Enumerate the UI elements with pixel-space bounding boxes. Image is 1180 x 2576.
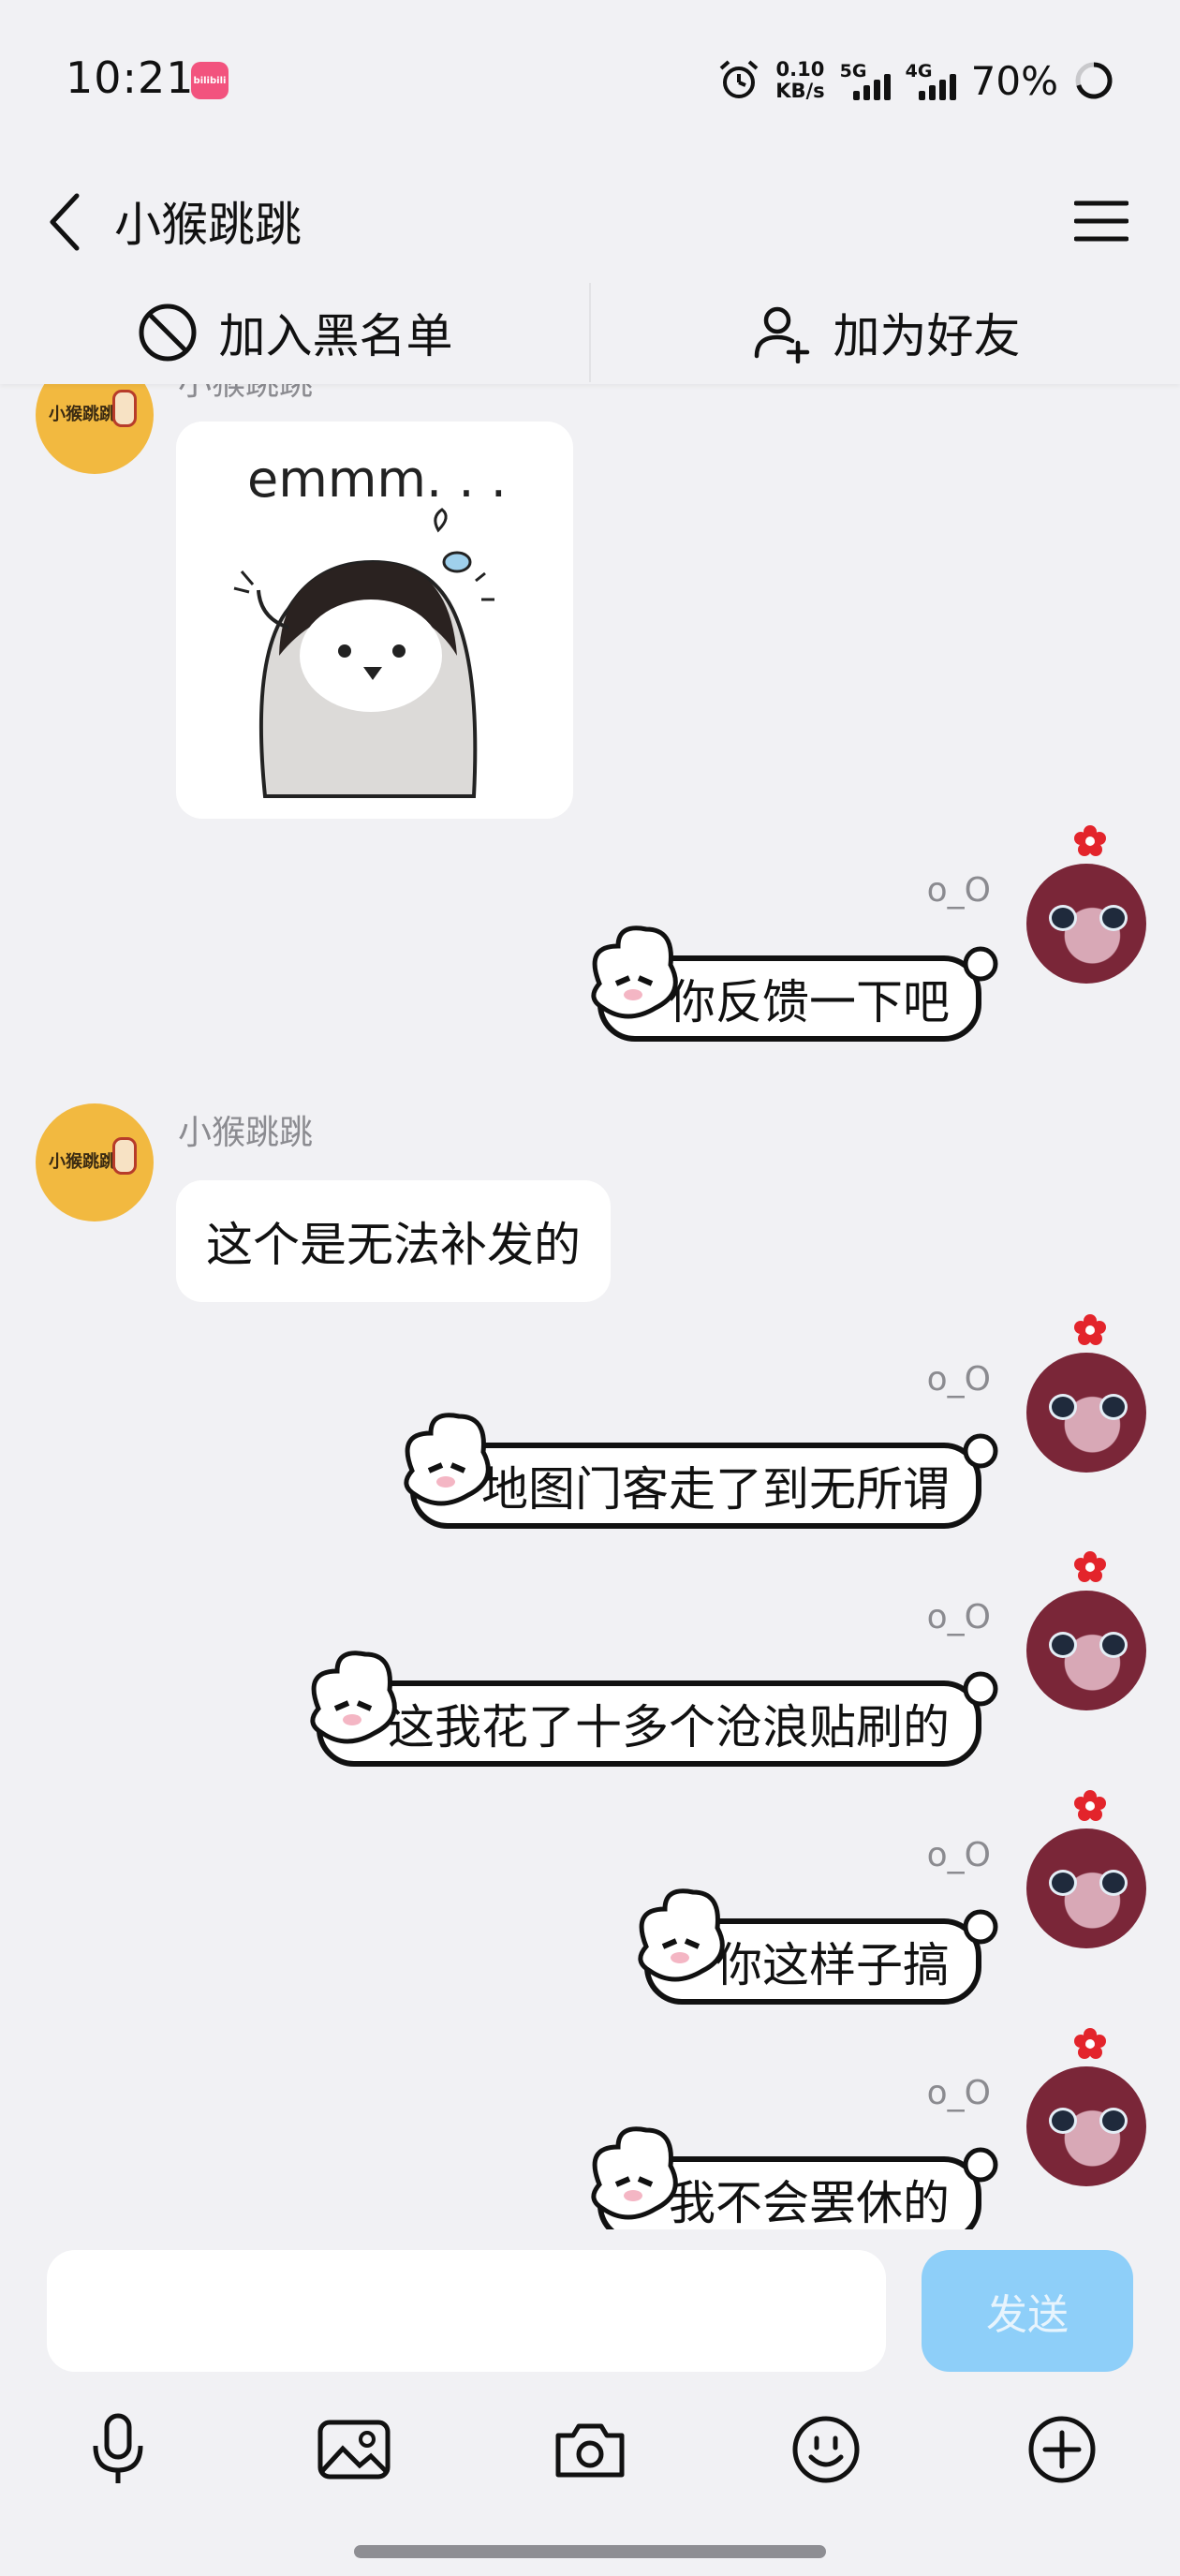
home-indicator[interactable] xyxy=(354,2545,826,2558)
penguin-sticker-image: emmm. . . xyxy=(233,450,507,798)
signal-bar xyxy=(852,91,860,100)
status-bar: 10:21 bilibili 0.10 KB/s 5G 4G 70% xyxy=(0,0,1180,159)
block-label: 加入黑名单 xyxy=(218,309,453,363)
bubble-tail-icon xyxy=(963,946,998,982)
battery-level: 70% xyxy=(970,57,1058,104)
signal-5g: 5G xyxy=(840,61,891,100)
signal-bar xyxy=(928,85,936,100)
block-icon xyxy=(139,303,196,362)
status-right: 0.10 KB/s 5G 4G 70% xyxy=(717,52,1114,109)
signal-bar xyxy=(883,74,891,100)
bunny-bubble-icon xyxy=(310,1651,397,1744)
signal-bar xyxy=(873,80,880,100)
net-speed-value: 0.10 xyxy=(775,58,825,81)
message-text: 我不会罢休的 xyxy=(669,2176,950,2229)
bunny-bubble-icon xyxy=(591,925,678,1019)
input-area: 发送 xyxy=(0,2229,1180,2576)
add-friend-button[interactable]: 加为好友 xyxy=(591,281,1180,384)
bubble-tail-icon xyxy=(963,1671,998,1707)
add-user-icon xyxy=(754,306,809,363)
message-bubble[interactable]: 你反馈一下吧 xyxy=(591,925,998,1042)
sticker-text: emmm. . . xyxy=(247,450,507,509)
bunny-bubble-icon xyxy=(404,1413,491,1506)
network-label-4g: 4G xyxy=(905,61,933,81)
image-button[interactable] xyxy=(307,2403,401,2496)
flower-decoration xyxy=(1073,1789,1107,1823)
message-text: 你这样子搞 xyxy=(715,1938,950,1992)
camera-icon xyxy=(555,2423,625,2478)
sender-name: o_O xyxy=(926,1836,991,1874)
signal-4g: 4G xyxy=(906,61,956,100)
emoji-icon xyxy=(792,2416,860,2483)
bunny-bubble-icon xyxy=(591,2126,678,2220)
sender-name: 小猴跳跳 xyxy=(178,384,313,405)
message-bubble[interactable]: 这个是无法补发的 xyxy=(176,1180,611,1302)
message-bubble[interactable]: 你这样子搞 xyxy=(638,1888,998,2005)
message-text: 地图门客走了到无所谓 xyxy=(481,1462,950,1517)
message-text: 这我花了十多个沧浪贴刷的 xyxy=(388,1700,950,1754)
my-avatar[interactable] xyxy=(1026,1353,1146,1473)
block-button[interactable]: 加入黑名单 xyxy=(0,281,589,384)
app-icon-text: bilibili xyxy=(193,75,227,86)
chat-title: 小猴跳跳 xyxy=(114,198,302,252)
signal-bar xyxy=(863,85,870,100)
image-icon xyxy=(317,2420,391,2480)
sticker-message[interactable]: emmm. . . xyxy=(176,422,573,819)
hamburger-menu-icon xyxy=(1074,200,1128,242)
signal-bar xyxy=(918,91,925,100)
my-avatar[interactable] xyxy=(1026,864,1146,984)
sender-name: o_O xyxy=(926,1360,991,1399)
bunny-bubble-icon xyxy=(638,1888,725,1982)
flower-decoration xyxy=(1073,1550,1107,1584)
sender-name: o_O xyxy=(926,871,991,910)
message-text: 这个是无法补发的 xyxy=(206,1218,581,1272)
message-list[interactable]: 小猴跳跳 小猴跳跳 emmm. . . o_O 你反馈一下吧 小猴跳跳 小猴跳跳… xyxy=(0,384,1180,2229)
chat-header: 小猴跳跳 xyxy=(0,159,1180,281)
message-bubble[interactable]: 这我花了十多个沧浪贴刷的 xyxy=(310,1651,998,1767)
send-button[interactable]: 发送 xyxy=(922,2250,1133,2372)
signal-bar xyxy=(949,74,956,100)
plus-icon xyxy=(1028,2416,1096,2483)
battery-ring-icon xyxy=(1075,62,1113,99)
flower-decoration xyxy=(1073,824,1107,858)
bubble-tail-icon xyxy=(963,2147,998,2183)
sender-name: 小猴跳跳 xyxy=(178,1114,314,1152)
sender-name: o_O xyxy=(926,1598,991,1636)
alarm-icon xyxy=(719,60,759,98)
my-avatar[interactable] xyxy=(1026,1591,1146,1710)
avatar[interactable]: 小猴跳跳 xyxy=(36,1103,154,1221)
action-bar: 加入黑名单 加为好友 xyxy=(0,281,1180,384)
sender-name: o_O xyxy=(926,2074,991,2112)
voice-button[interactable] xyxy=(71,2403,165,2496)
more-button[interactable] xyxy=(1015,2403,1109,2496)
flower-decoration xyxy=(1073,1313,1107,1347)
back-button[interactable] xyxy=(37,180,94,264)
menu-button[interactable] xyxy=(1064,184,1139,259)
message-bubble[interactable]: 地图门客走了到无所谓 xyxy=(404,1413,998,1529)
emoji-button[interactable] xyxy=(779,2403,873,2496)
microphone-icon xyxy=(93,2413,143,2483)
network-label-5g: 5G xyxy=(839,61,867,81)
chevron-left-icon xyxy=(50,193,80,251)
message-bubble[interactable]: 我不会罢休的 xyxy=(591,2126,998,2229)
bubble-tail-icon xyxy=(963,1433,998,1469)
avatar[interactable]: 小猴跳跳 xyxy=(36,384,154,474)
bilibili-app-icon: bilibili xyxy=(191,62,229,99)
net-speed-unit: KB/s xyxy=(775,80,825,102)
my-avatar[interactable] xyxy=(1026,1828,1146,1948)
my-avatar[interactable] xyxy=(1026,2066,1146,2186)
camera-button[interactable] xyxy=(543,2403,637,2496)
add-friend-label: 加为好友 xyxy=(833,309,1021,363)
bubble-tail-icon xyxy=(963,1909,998,1945)
message-text: 你反馈一下吧 xyxy=(669,975,950,1029)
message-input[interactable] xyxy=(47,2250,886,2372)
signal-bar xyxy=(938,80,946,100)
net-speed: 0.10 KB/s xyxy=(775,59,824,102)
status-time: 10:21 xyxy=(66,52,195,103)
flower-decoration xyxy=(1073,2027,1107,2061)
